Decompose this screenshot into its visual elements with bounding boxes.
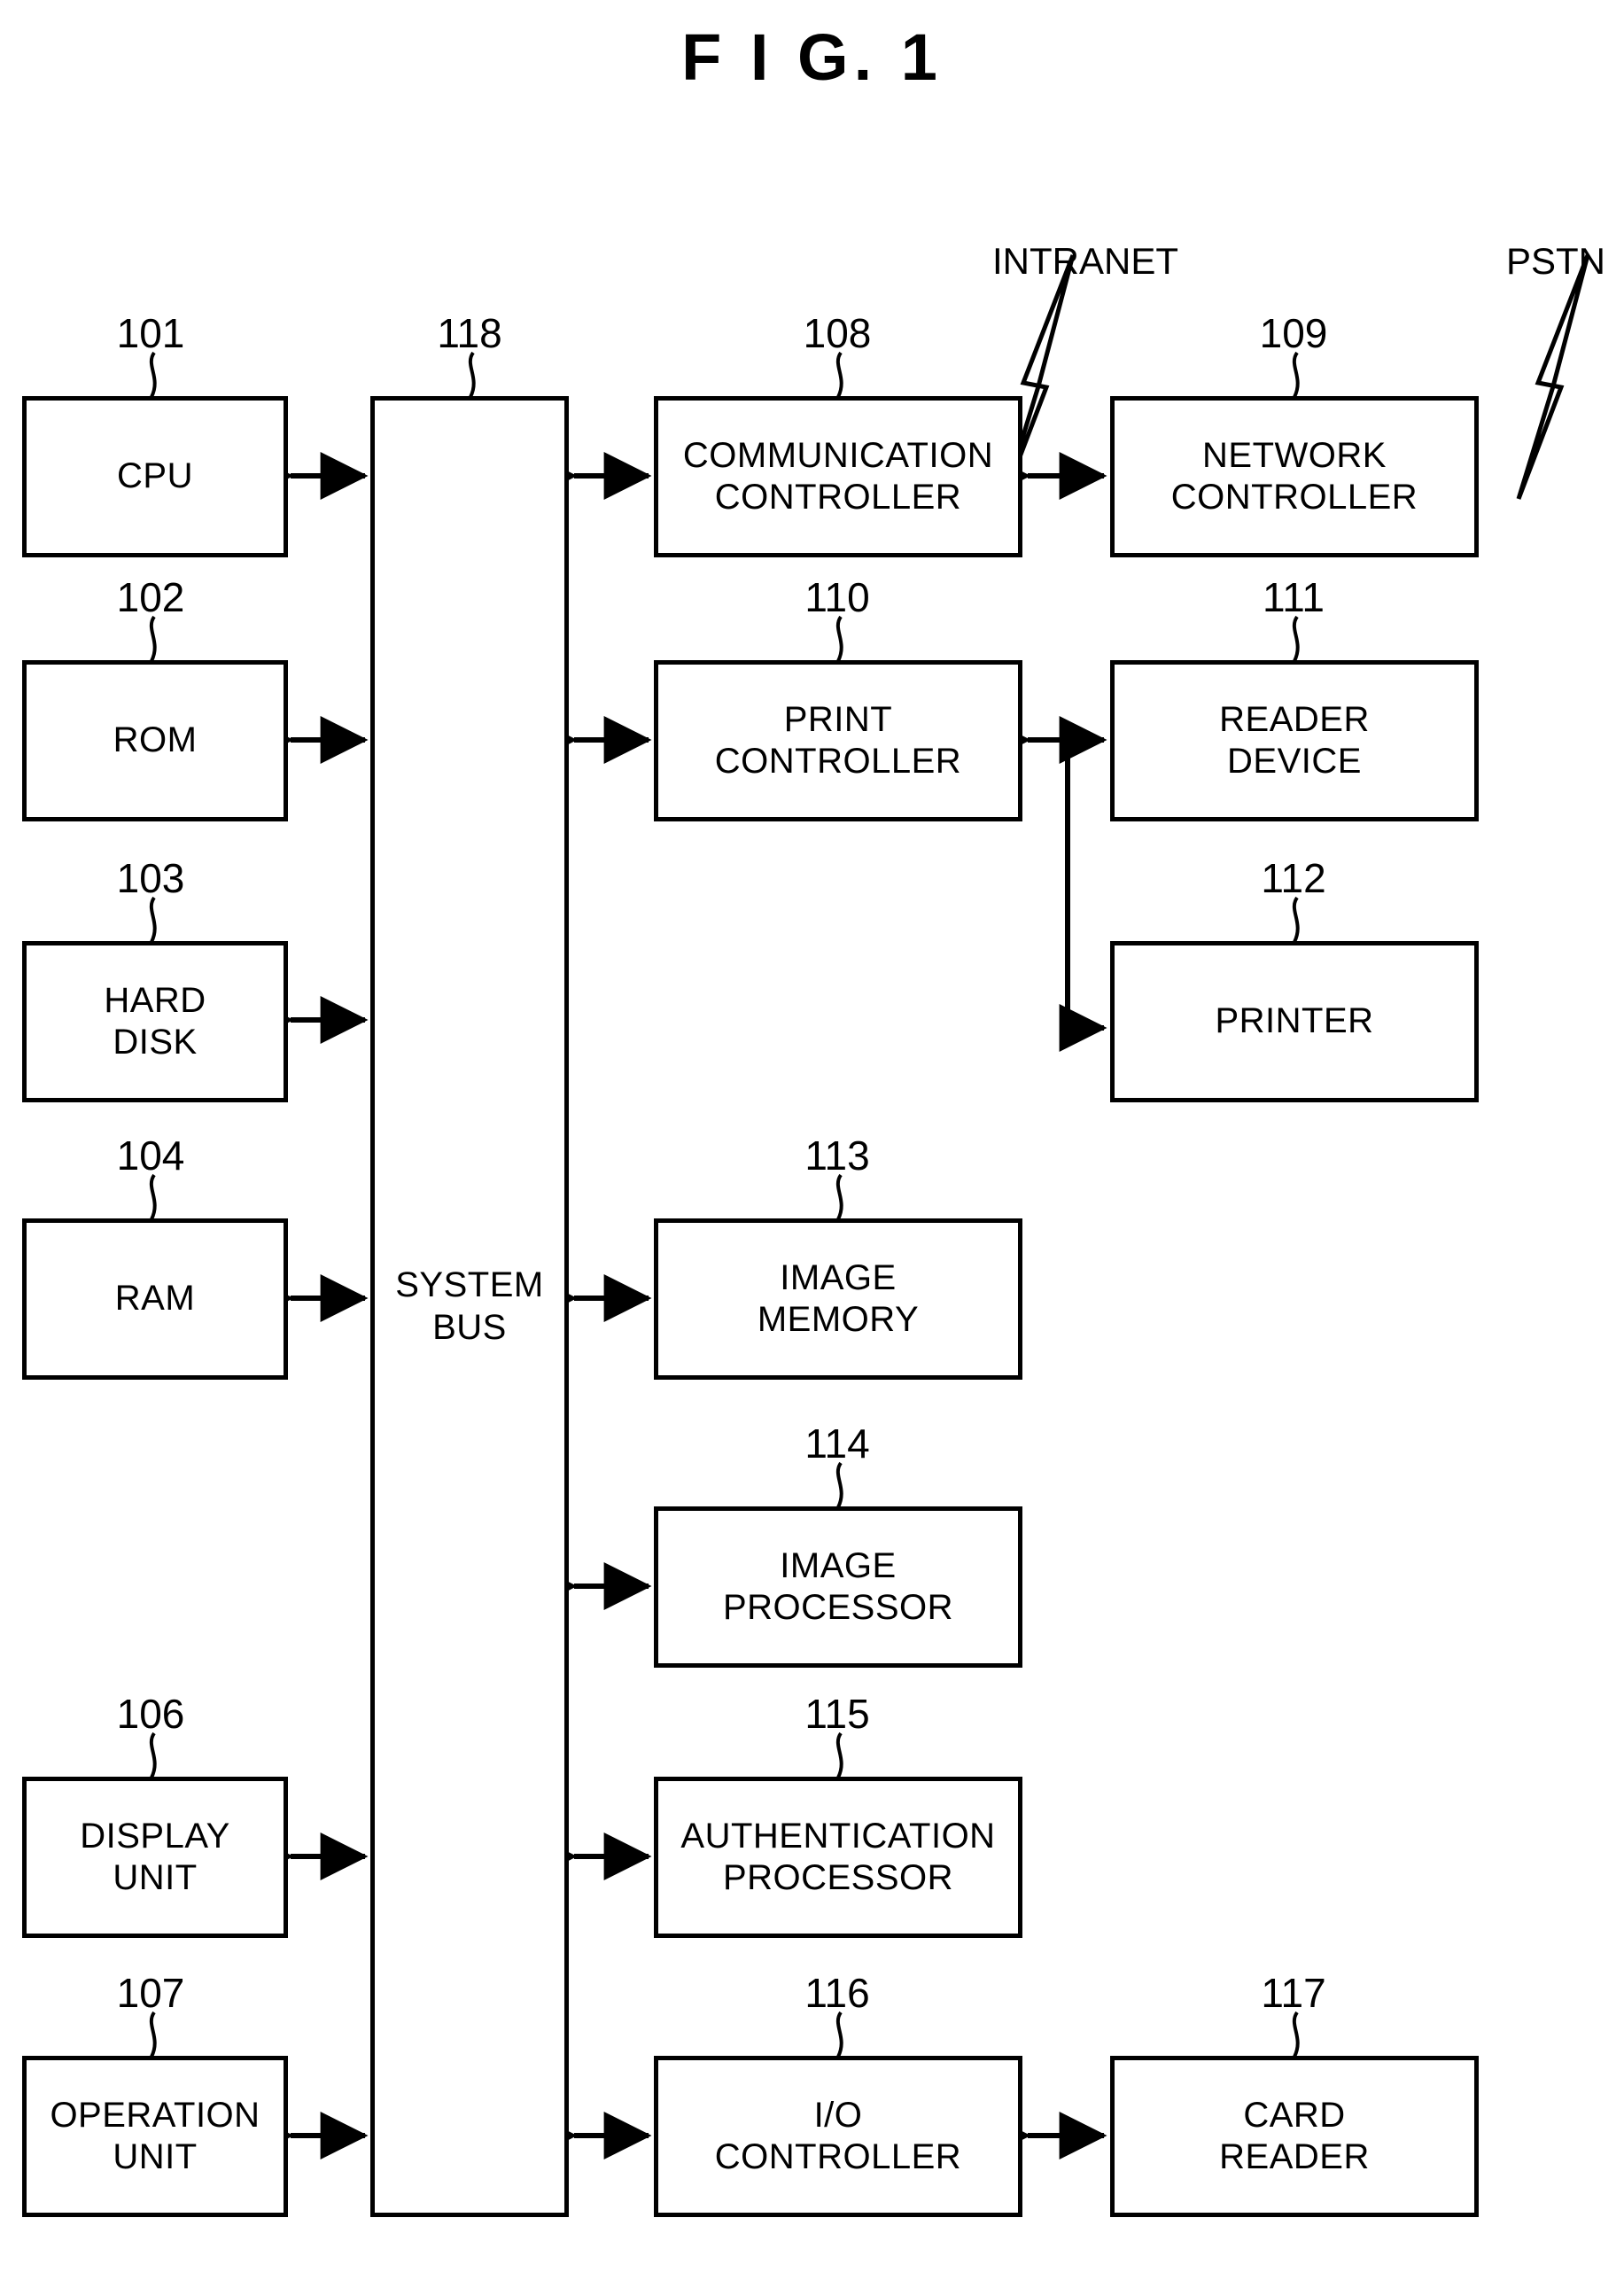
block-io-controller[interactable]: I/O CONTROLLER	[654, 2056, 1022, 2217]
intranet-label: INTRANET	[992, 240, 1178, 282]
refnum-106: 106	[116, 1691, 185, 1737]
block-rom[interactable]: ROM	[22, 660, 288, 821]
block-image-memory[interactable]: IMAGE MEMORY	[654, 1218, 1022, 1380]
refnum-113: 113	[804, 1132, 870, 1179]
refnum-116: 116	[804, 1970, 870, 2016]
block-authentication-processor-label: AUTHENTICATION PROCESSOR	[680, 1816, 996, 1897]
block-display-unit[interactable]: DISPLAY UNIT	[22, 1777, 288, 1938]
refnum-107: 107	[116, 1970, 185, 2016]
refnum-112: 112	[1261, 855, 1326, 901]
leader-116	[835, 2011, 843, 2058]
block-printer[interactable]: PRINTER	[1110, 941, 1479, 1102]
refnum-101: 101	[116, 310, 185, 356]
leader-115	[835, 1731, 843, 1778]
block-ram-label: RAM	[114, 1279, 196, 1319]
block-image-processor-label: IMAGE PROCESSOR	[722, 1545, 954, 1627]
leader-109	[1292, 351, 1300, 398]
refnum-110: 110	[804, 574, 870, 620]
refnum-104: 104	[116, 1132, 185, 1179]
patent-figure-1: F I G. 1 101 102 103 104 106 107 118 108…	[0, 0, 1624, 2280]
refnum-114: 114	[804, 1420, 870, 1467]
block-network-controller[interactable]: NETWORK CONTROLLER	[1110, 396, 1479, 557]
block-card-reader-label: CARD READER	[1219, 2095, 1370, 2176]
leader-103	[149, 896, 157, 943]
block-communication-controller-label: COMMUNICATION CONTROLLER	[682, 435, 994, 517]
block-network-controller-label: NETWORK CONTROLLER	[1170, 435, 1418, 517]
block-operation-unit-label: OPERATION UNIT	[50, 2095, 260, 2176]
block-ram[interactable]: RAM	[22, 1218, 288, 1380]
leader-101	[149, 351, 157, 398]
block-display-unit-label: DISPLAY UNIT	[80, 1816, 230, 1897]
block-image-processor[interactable]: IMAGE PROCESSOR	[654, 1506, 1022, 1668]
leader-106	[149, 1731, 157, 1778]
leader-110	[835, 615, 843, 662]
leader-114	[835, 1461, 843, 1508]
block-print-controller-label: PRINT CONTROLLER	[714, 699, 962, 781]
refnum-111: 111	[1263, 574, 1325, 620]
refnum-118: 118	[437, 310, 502, 356]
block-system-bus-label: SYSTEM BUS	[395, 1265, 544, 1347]
refnum-103: 103	[116, 855, 185, 901]
block-rom-label: ROM	[113, 720, 198, 760]
block-cpu-label: CPU	[117, 456, 193, 496]
block-io-controller-label: I/O CONTROLLER	[714, 2095, 962, 2176]
leader-108	[835, 351, 843, 398]
pstn-bolt	[1516, 254, 1590, 500]
pstn-label: PSTN	[1506, 240, 1606, 282]
block-communication-controller[interactable]: COMMUNICATION CONTROLLER	[654, 396, 1022, 557]
leader-107	[149, 2011, 157, 2058]
block-operation-unit[interactable]: OPERATION UNIT	[22, 2056, 288, 2217]
page-title: F I G. 1	[681, 20, 943, 94]
block-print-controller[interactable]: PRINT CONTROLLER	[654, 660, 1022, 821]
refnum-117: 117	[1261, 1970, 1326, 2016]
block-printer-label: PRINTER	[1215, 1001, 1374, 1041]
block-card-reader[interactable]: CARD READER	[1110, 2056, 1479, 2217]
leader-113	[835, 1173, 843, 1220]
leader-102	[149, 615, 157, 662]
block-authentication-processor[interactable]: AUTHENTICATION PROCESSOR	[654, 1777, 1022, 1938]
leader-104	[149, 1173, 157, 1220]
leader-111	[1292, 615, 1300, 662]
leader-118	[468, 351, 476, 398]
refnum-102: 102	[116, 574, 185, 620]
block-reader-device[interactable]: READER DEVICE	[1110, 660, 1479, 821]
refnum-108: 108	[803, 310, 872, 356]
leader-112	[1292, 896, 1300, 943]
block-system-bus[interactable]: SYSTEM BUS	[370, 396, 569, 2217]
block-hard-disk-label: HARD DISK	[104, 980, 206, 1062]
leader-117	[1292, 2011, 1300, 2058]
refnum-115: 115	[804, 1691, 870, 1737]
block-reader-device-label: READER DEVICE	[1219, 699, 1370, 781]
block-hard-disk[interactable]: HARD DISK	[22, 941, 288, 1102]
block-image-memory-label: IMAGE MEMORY	[757, 1257, 920, 1339]
refnum-109: 109	[1259, 310, 1328, 356]
block-cpu[interactable]: CPU	[22, 396, 288, 557]
